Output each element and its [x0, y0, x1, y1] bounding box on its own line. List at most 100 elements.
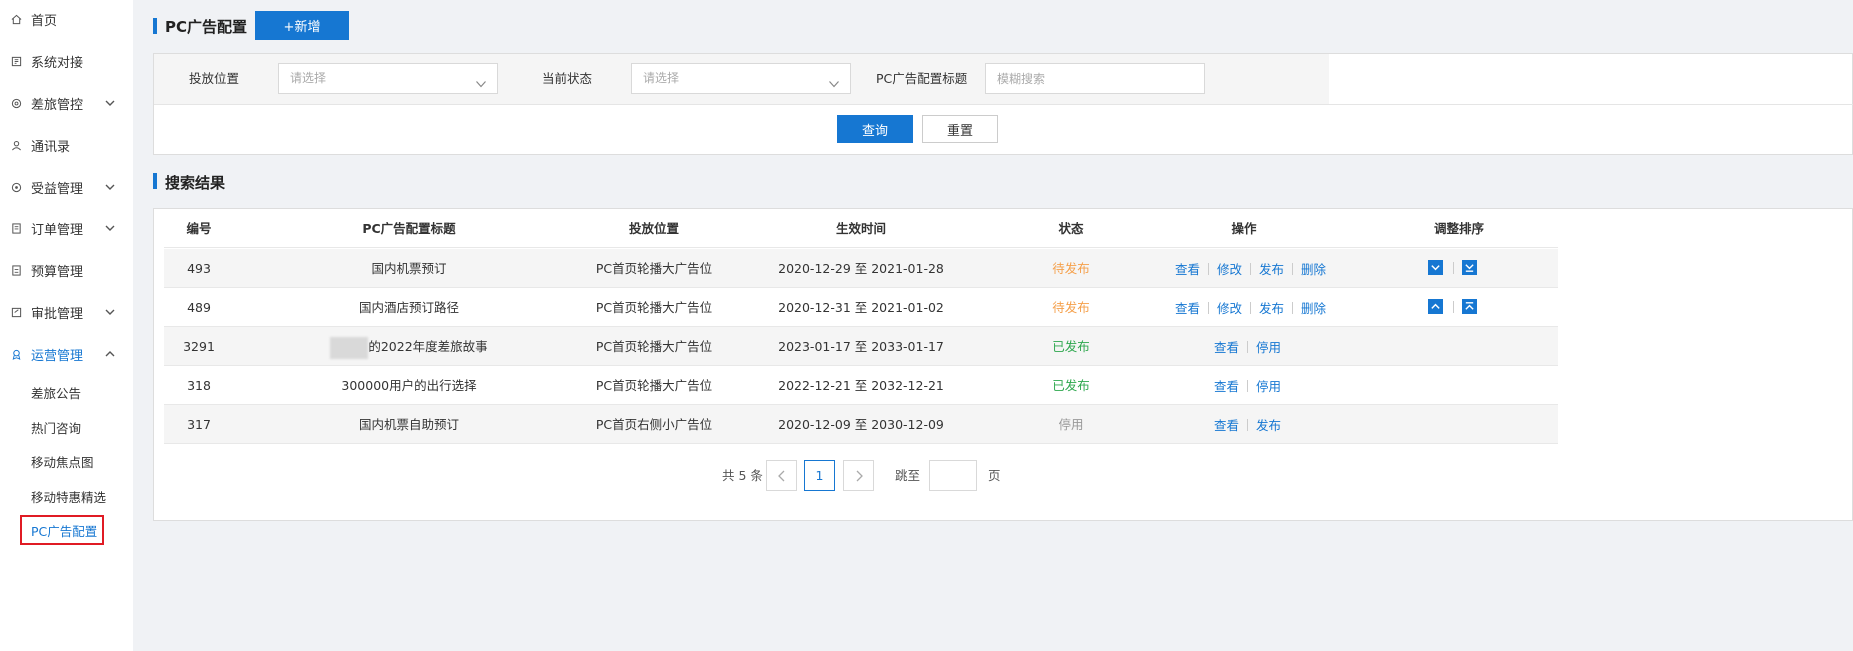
view-link[interactable]: 查看: [1175, 259, 1200, 278]
separator: [1247, 379, 1249, 392]
move-bottom-icon[interactable]: [1462, 260, 1477, 275]
sidebar-item-system[interactable]: 系统对接: [0, 45, 133, 77]
cell-title-text: 的2022年度差旅故事: [368, 339, 488, 354]
cell-title: 国内酒店预订路径: [358, 300, 459, 315]
page-suffix: 页: [988, 468, 1001, 483]
total-count: 共 5 条: [722, 468, 763, 483]
sidebar-item-label: 受益管理: [31, 181, 84, 197]
table-header: 编号 PC广告配置标题 投放位置 生效时间 状态 操作 调整排序: [164, 209, 1558, 248]
sidebar-item-home[interactable]: 首页: [0, 3, 133, 35]
move-up-icon[interactable]: [1428, 299, 1443, 314]
next-page-button[interactable]: [843, 460, 874, 491]
position-select-placeholder: 请选择: [290, 71, 327, 85]
page-title: PC广告配置: [165, 18, 248, 36]
sidebar-subitem-mobile-focus[interactable]: 移动焦点图: [0, 446, 133, 476]
col-header-ops: 操作: [1231, 221, 1257, 236]
publish-link[interactable]: 发布: [1259, 259, 1284, 278]
sidebar-subitem-mobile-deals[interactable]: 移动特惠精选: [0, 481, 133, 511]
results-title: 搜索结果: [165, 174, 226, 192]
separator: [1453, 262, 1454, 274]
edit-link[interactable]: 修改: [1217, 259, 1242, 278]
table-row: 317 国内机票自助预订 PC首页右侧小广告位 2020-12-09 至 203…: [164, 405, 1558, 444]
col-header-title: PC广告配置标题: [362, 221, 456, 236]
cell-period: 2022-12-21 至 2032-12-21: [778, 378, 944, 393]
cell-title: 国内机票自助预订: [358, 417, 459, 432]
query-button[interactable]: 查询: [837, 115, 913, 143]
row-actions: 查看 修改 发布 删除: [1175, 288, 1326, 327]
sidebar-item-label: 差旅管控: [31, 97, 84, 113]
cell-position: PC首页轮播大广告位: [595, 378, 713, 393]
cell-period: 2020-12-29 至 2021-01-28: [778, 261, 944, 276]
cell-position: PC首页轮播大广告位: [595, 339, 713, 354]
jump-page-input[interactable]: [929, 460, 977, 491]
order-icon: [9, 221, 23, 235]
approval-icon: [9, 305, 23, 319]
delete-link[interactable]: 删除: [1301, 298, 1326, 317]
chevron-down-icon: [104, 222, 118, 236]
publish-link[interactable]: 发布: [1256, 415, 1281, 434]
sidebar-item-benefit[interactable]: 受益管理: [0, 171, 133, 203]
cell-position: PC首页轮播大广告位: [595, 261, 713, 276]
publish-link[interactable]: 发布: [1259, 298, 1284, 317]
table-row: 489 国内酒店预订路径 PC首页轮播大广告位 2020-12-31 至 202…: [164, 288, 1558, 327]
sidebar-item-contacts[interactable]: 通讯录: [0, 129, 133, 161]
view-link[interactable]: 查看: [1214, 337, 1239, 356]
move-down-icon[interactable]: [1428, 260, 1443, 275]
disable-link[interactable]: 停用: [1256, 376, 1281, 395]
position-label: 投放位置: [189, 71, 240, 86]
reset-button[interactable]: 重置: [922, 115, 998, 143]
cell-id: 317: [187, 417, 211, 432]
sidebar-item-operations[interactable]: 运营管理: [0, 338, 133, 370]
sidebar-item-budget[interactable]: 预算管理: [0, 254, 133, 286]
sidebar-item-approval[interactable]: 审批管理: [0, 296, 133, 328]
chevron-down-icon: [828, 72, 840, 88]
jump-label: 跳至: [895, 468, 921, 483]
sidebar-item-label: 首页: [31, 13, 58, 29]
sidebar-item-label: 预算管理: [31, 264, 84, 280]
prev-page-button[interactable]: [766, 460, 797, 491]
cell-id: 3291: [183, 339, 215, 354]
separator: [1292, 301, 1294, 314]
settings-icon: [9, 96, 23, 110]
title-label: PC广告配置标题: [876, 71, 968, 86]
cell-title: 的2022年度差旅故事: [284, 327, 534, 366]
sidebar-item-orders[interactable]: 订单管理: [0, 212, 133, 244]
delete-link[interactable]: 删除: [1301, 259, 1326, 278]
sidebar-item-label: 通讯录: [31, 139, 71, 155]
cell-id: 493: [187, 261, 211, 276]
add-button[interactable]: +新增: [255, 11, 349, 40]
sidebar-subitem-label: PC广告配置: [31, 523, 98, 539]
table-row: 3291 的2022年度差旅故事 PC首页轮播大广告位 2023-01-17 至…: [164, 327, 1558, 366]
position-select[interactable]: 请选择: [278, 63, 498, 94]
cell-period: 2023-01-17 至 2033-01-17: [778, 339, 944, 354]
title-search-input[interactable]: [985, 63, 1205, 94]
sidebar-item-travel-control[interactable]: 差旅管控: [0, 87, 133, 119]
sidebar-subitem-label: 移动焦点图: [31, 454, 94, 470]
cell-period: 2020-12-09 至 2030-12-09: [778, 417, 944, 432]
col-header-id: 编号: [186, 221, 212, 236]
status-badge: 已发布: [1052, 339, 1090, 354]
edit-link[interactable]: 修改: [1217, 298, 1242, 317]
filter-panel: 投放位置 请选择 当前状态 请选择 PC广告配置标题 查询 重置: [153, 53, 1853, 155]
target-icon: [9, 180, 23, 194]
separator: [1208, 262, 1210, 275]
chevron-right-icon: [856, 470, 863, 481]
disable-link[interactable]: 停用: [1256, 337, 1281, 356]
status-badge: 已发布: [1052, 378, 1090, 393]
view-link[interactable]: 查看: [1214, 415, 1239, 434]
sidebar-subitem-label: 差旅公告: [31, 385, 82, 401]
sidebar-subitem-hot-consult[interactable]: 热门咨询: [0, 412, 133, 442]
table-row: 318 300000用户的出行选择 PC首页轮播大广告位 2022-12-21 …: [164, 366, 1558, 405]
page-button-current[interactable]: 1: [804, 460, 835, 491]
sidebar-subitem-travel-notice[interactable]: 差旅公告: [0, 377, 133, 407]
separator: [1453, 301, 1454, 313]
blurred-region: [330, 336, 369, 359]
pagination: 共 5 条 1 跳至 页: [154, 460, 1853, 492]
status-select[interactable]: 请选择: [631, 63, 851, 94]
sidebar-subitem-pc-ad-config[interactable]: PC广告配置: [0, 515, 133, 545]
view-link[interactable]: 查看: [1175, 298, 1200, 317]
move-top-icon[interactable]: [1462, 299, 1477, 314]
status-badge: 待发布: [1052, 300, 1090, 315]
view-link[interactable]: 查看: [1214, 376, 1239, 395]
sidebar-item-label: 系统对接: [31, 55, 84, 71]
